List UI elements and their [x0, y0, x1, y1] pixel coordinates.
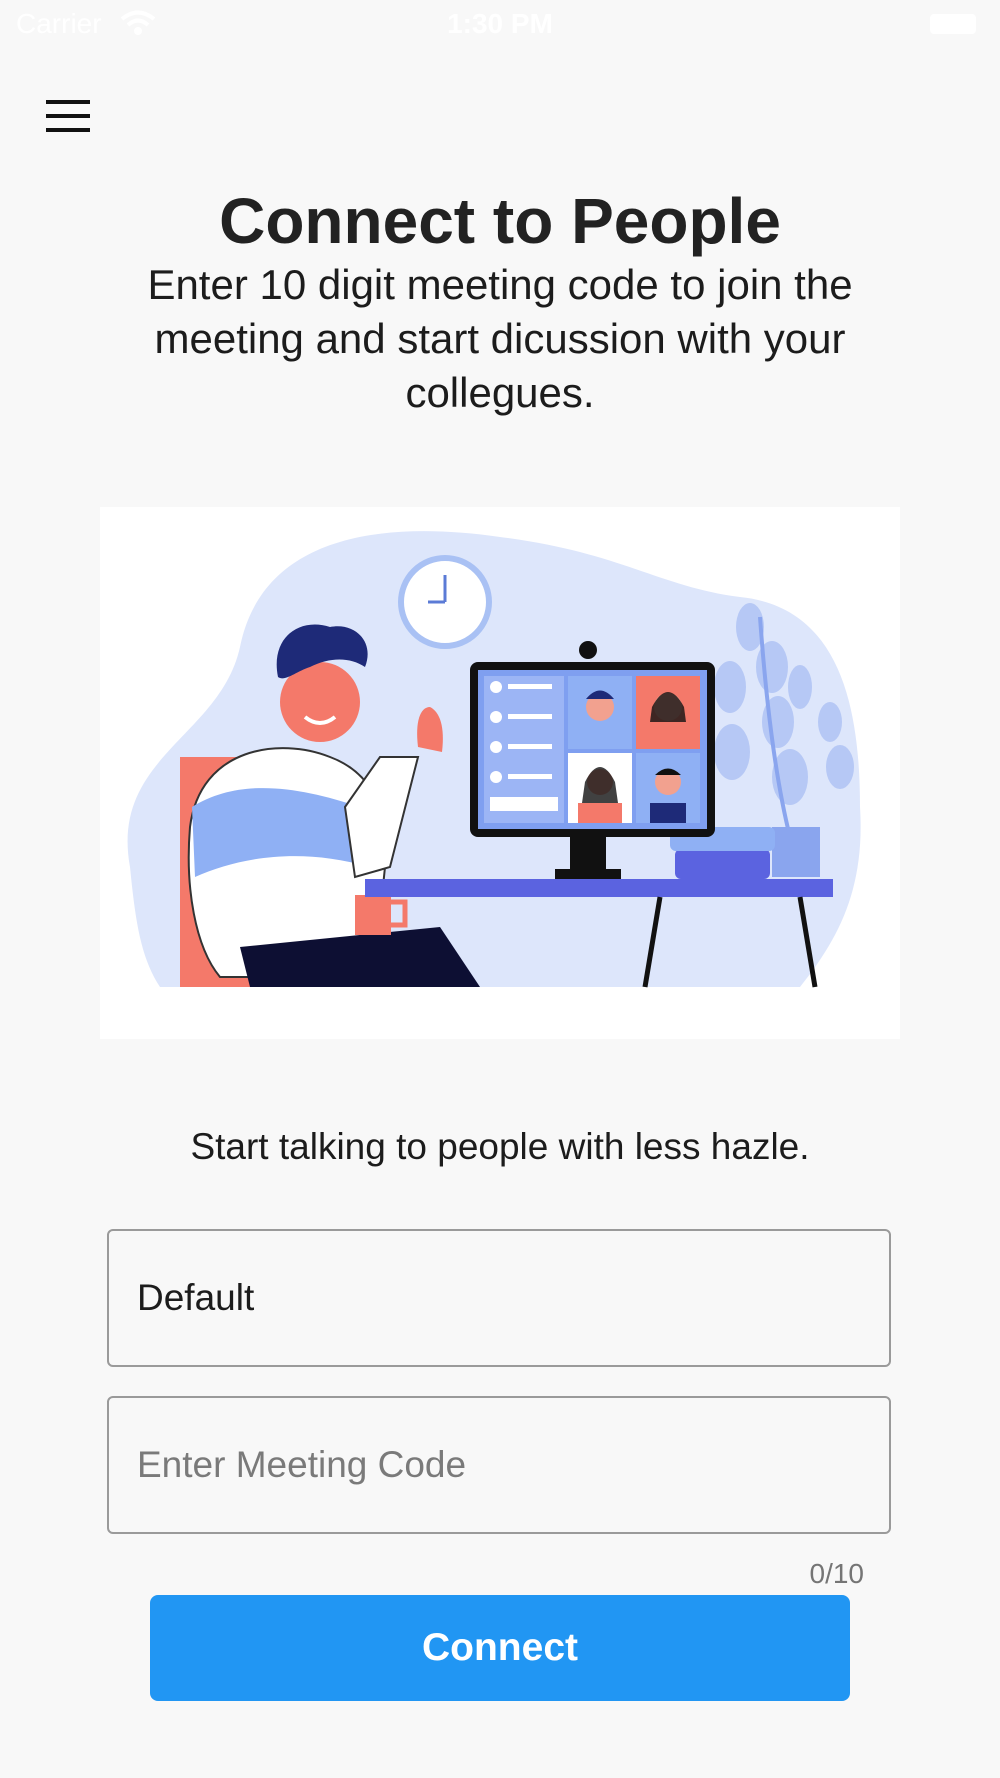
meeting-code-field[interactable] [107, 1396, 891, 1534]
meeting-code-input[interactable] [137, 1398, 857, 1532]
clock-label: 1:30 PM [447, 8, 553, 39]
page-title: Connect to People [219, 185, 781, 257]
tagline: Start talking to people with less hazle. [190, 1126, 810, 1167]
name-field[interactable] [107, 1229, 891, 1367]
video-call-illustration [100, 507, 900, 1039]
character-counter: 0/10 [809, 1558, 865, 1589]
name-input[interactable] [137, 1231, 857, 1365]
battery-icon [930, 14, 976, 34]
status-bar: Carrier 1:30 PM [0, 0, 1000, 50]
connect-button[interactable]: Connect [150, 1595, 850, 1701]
hamburger-menu-icon[interactable] [38, 96, 94, 140]
clock-icon [398, 555, 492, 649]
page-subtitle: Enter 10 digit meeting code to join the … [147, 261, 853, 416]
